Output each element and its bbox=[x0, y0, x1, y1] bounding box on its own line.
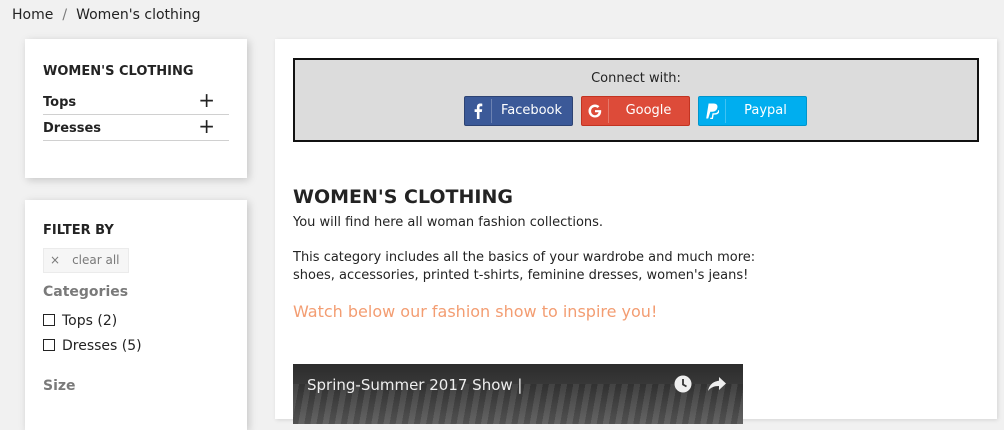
connect-caption: Connect with: bbox=[591, 71, 681, 86]
facebook-login-button[interactable]: Facebook bbox=[464, 96, 573, 126]
breadcrumb-home-link[interactable]: Home bbox=[12, 7, 53, 23]
facebook-icon bbox=[465, 97, 491, 125]
promo-text: Watch below our fashion show to inspire … bbox=[293, 302, 658, 321]
paypal-login-button[interactable]: Paypal bbox=[698, 96, 807, 126]
facet-title-categories: Categories bbox=[43, 284, 129, 300]
paypal-button-label: Paypal bbox=[744, 103, 787, 118]
category-item-dresses[interactable]: Dresses + bbox=[43, 115, 229, 141]
filter-block: FILTER BY × clear all Categories Tops (2)… bbox=[25, 200, 247, 430]
close-icon: × bbox=[50, 253, 61, 267]
category-item-label[interactable]: Tops bbox=[43, 95, 76, 110]
breadcrumb-separator: / bbox=[62, 7, 68, 23]
video-player[interactable]: Spring-Summer 2017 Show | bbox=[293, 364, 743, 424]
breadcrumb: Home / Women's clothing bbox=[12, 7, 201, 23]
breadcrumb-current: Women's clothing bbox=[76, 7, 201, 23]
category-description-line2: shoes, accessories, printed t-shirts, fe… bbox=[293, 268, 749, 283]
facebook-button-label: Facebook bbox=[500, 103, 563, 118]
checkbox[interactable] bbox=[43, 339, 55, 351]
clock-icon[interactable] bbox=[673, 374, 693, 398]
paypal-icon bbox=[699, 97, 725, 125]
category-intro: You will find here all woman fashion col… bbox=[293, 215, 604, 230]
category-block-title[interactable]: WOMEN'S CLOTHING bbox=[43, 64, 194, 79]
category-item-tops[interactable]: Tops + bbox=[43, 89, 229, 115]
checkbox[interactable] bbox=[43, 314, 55, 326]
clear-all-button[interactable]: × clear all bbox=[43, 248, 129, 273]
category-description-line1: This category includes all the basics of… bbox=[293, 250, 756, 265]
category-item-label[interactable]: Dresses bbox=[43, 121, 101, 136]
category-tree-block: WOMEN'S CLOTHING Tops + Dresses + bbox=[25, 39, 247, 178]
facet-checkbox-tops[interactable]: Tops (2) bbox=[43, 313, 117, 329]
social-login-panel: Connect with: Facebook Google Paypal bbox=[293, 58, 979, 142]
expand-plus-icon[interactable]: + bbox=[198, 115, 215, 137]
facet-item-label[interactable]: Dresses (5) bbox=[62, 338, 142, 354]
google-button-label: Google bbox=[625, 103, 672, 118]
video-title[interactable]: Spring-Summer 2017 Show | bbox=[307, 376, 522, 394]
filter-block-title: FILTER BY bbox=[43, 223, 114, 238]
main-content: Connect with: Facebook Google Paypal WOM… bbox=[275, 39, 997, 424]
facet-item-label[interactable]: Tops (2) bbox=[62, 313, 117, 329]
facet-checkbox-dresses[interactable]: Dresses (5) bbox=[43, 338, 142, 354]
facet-title-size: Size bbox=[43, 378, 76, 394]
google-icon bbox=[582, 97, 608, 125]
page-title: WOMEN'S CLOTHING bbox=[293, 186, 513, 208]
share-icon[interactable] bbox=[706, 374, 728, 398]
expand-plus-icon[interactable]: + bbox=[198, 89, 215, 111]
google-login-button[interactable]: Google bbox=[581, 96, 690, 126]
clear-all-label: clear all bbox=[72, 253, 120, 267]
